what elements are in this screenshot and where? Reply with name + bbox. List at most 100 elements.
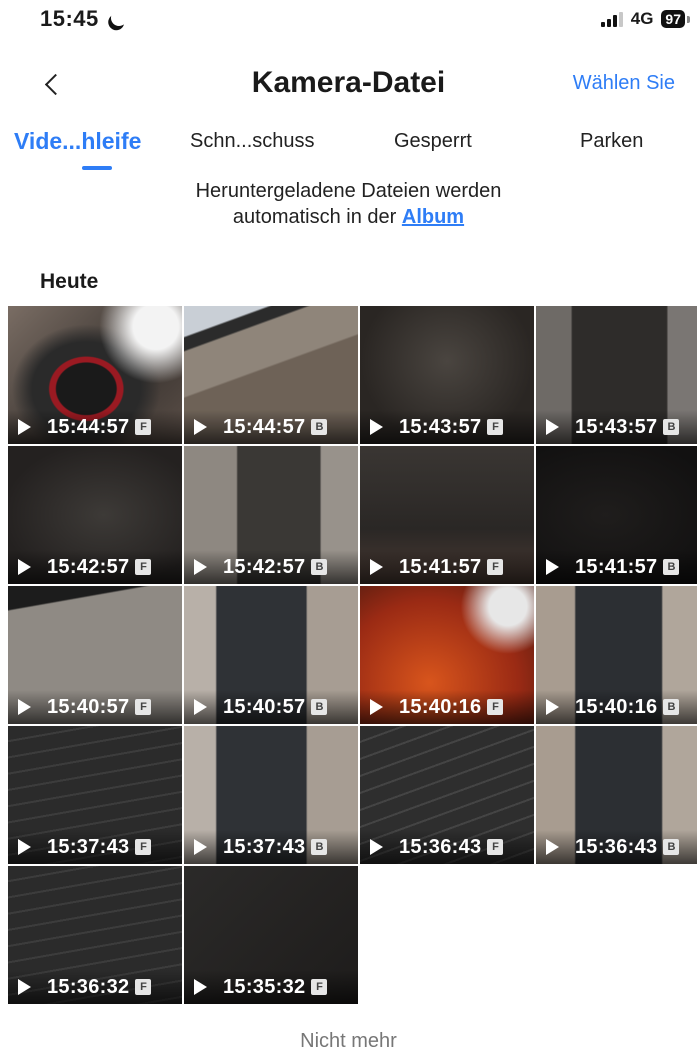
video-time: 15:42:57 [47, 555, 130, 578]
camera-badge: F [311, 979, 328, 995]
thumbnail-caption: 15:41:57 F [360, 550, 534, 584]
video-time: 15:35:32 [223, 975, 306, 998]
status-indicators: 4G 97 [600, 8, 690, 30]
play-icon [18, 979, 31, 995]
video-time: 15:36:43 [575, 835, 658, 858]
video-thumbnail[interactable]: 15:40:57 F [8, 586, 182, 724]
status-time: 15:45 [40, 6, 121, 32]
thumbnail-caption: 15:36:32 F [8, 970, 182, 1004]
video-time: 15:40:57 [223, 695, 306, 718]
video-time: 15:40:16 [399, 695, 482, 718]
video-time: 15:36:43 [399, 835, 482, 858]
notice-line-2-text: automatisch in der [232, 206, 402, 228]
play-icon [370, 699, 383, 715]
camera-badge: F [487, 839, 504, 855]
camera-badge: F [135, 419, 152, 435]
video-thumbnail[interactable]: 15:41:57 B [536, 446, 697, 584]
camera-badge: F [135, 839, 152, 855]
tab-bar: Vide...hleife Schn...schuss Gesperrt Par… [0, 128, 697, 170]
thumbnail-caption: 15:40:57 B [184, 690, 358, 724]
video-thumbnail[interactable]: 15:37:43 F [8, 726, 182, 864]
select-button[interactable]: Wählen Sie [573, 72, 675, 95]
play-icon [18, 699, 31, 715]
video-time: 15:43:57 [575, 415, 658, 438]
thumbnail-caption: 15:35:32 F [184, 970, 358, 1004]
play-icon [194, 699, 207, 715]
camera-badge: F [135, 979, 152, 995]
album-link[interactable]: Album [402, 206, 464, 228]
battery-icon: 97 [661, 10, 690, 28]
play-icon [18, 839, 31, 855]
camera-badge: B [663, 699, 680, 715]
video-time: 15:41:57 [399, 555, 482, 578]
play-icon [194, 979, 207, 995]
video-thumbnail[interactable]: 15:44:57 B [184, 306, 358, 444]
thumbnail-caption: 15:40:16 F [360, 690, 534, 724]
camera-badge: B [663, 559, 680, 575]
notice-line-2: automatisch in der Album [0, 204, 697, 230]
camera-badge: F [487, 419, 504, 435]
tab-parking[interactable]: Parken [580, 130, 643, 153]
thumbnail-caption: 15:43:57 B [536, 410, 697, 444]
play-icon [194, 559, 207, 575]
camera-badge: B [663, 839, 680, 855]
thumbnail-caption: 15:40:16 B [536, 690, 697, 724]
play-icon [370, 419, 383, 435]
status-bar: 15:45 4G 97 [0, 0, 697, 46]
tab-loop-recording[interactable]: Vide...hleife [14, 128, 141, 155]
play-icon [546, 419, 559, 435]
thumbnail-caption: 15:37:43 F [8, 830, 182, 864]
play-icon [194, 839, 207, 855]
video-thumbnail[interactable]: 15:43:57 B [536, 306, 697, 444]
video-thumbnail[interactable]: 15:35:32 F [184, 866, 358, 1004]
play-icon [370, 559, 383, 575]
play-icon [546, 559, 559, 575]
thumbnail-caption: 15:36:43 B [536, 830, 697, 864]
section-header-today: Heute [40, 270, 99, 293]
tab-snapshot[interactable]: Schn...schuss [190, 130, 315, 153]
thumbnail-caption: 15:42:57 F [8, 550, 182, 584]
video-thumbnail[interactable]: 15:36:43 F [360, 726, 534, 864]
camera-badge: F [487, 559, 504, 575]
thumbnail-caption: 15:44:57 B [184, 410, 358, 444]
network-type: 4G [630, 9, 654, 28]
video-time: 15:40:57 [47, 695, 130, 718]
camera-badge: F [135, 699, 152, 715]
video-time: 15:37:43 [47, 835, 130, 858]
play-icon [18, 419, 31, 435]
video-thumbnail[interactable]: 15:41:57 F [360, 446, 534, 584]
thumbnail-caption: 15:40:57 F [8, 690, 182, 724]
video-time: 15:40:16 [575, 695, 658, 718]
camera-badge: F [135, 559, 152, 575]
cellular-signal-icon [600, 11, 623, 27]
do-not-disturb-moon-icon [109, 8, 130, 29]
video-thumbnail[interactable]: 15:37:43 B [184, 726, 358, 864]
download-notice: Heruntergeladene Dateien werden automati… [0, 178, 697, 230]
camera-badge: B [311, 699, 328, 715]
thumbnail-caption: 15:37:43 B [184, 830, 358, 864]
camera-badge: B [311, 839, 328, 855]
video-thumbnail[interactable]: 15:36:43 B [536, 726, 697, 864]
active-tab-indicator [82, 166, 112, 170]
play-icon [546, 699, 559, 715]
video-thumbnail[interactable]: 15:42:57 B [184, 446, 358, 584]
tab-locked[interactable]: Gesperrt [394, 130, 472, 153]
clock-text: 15:45 [40, 6, 99, 31]
thumbnail-caption: 15:42:57 B [184, 550, 358, 584]
video-time: 15:42:57 [223, 555, 306, 578]
thumbnail-caption: 15:36:43 F [360, 830, 534, 864]
video-thumbnail[interactable]: 15:40:57 B [184, 586, 358, 724]
video-thumbnail[interactable]: 15:43:57 F [360, 306, 534, 444]
thumbnail-caption: 15:44:57 F [8, 410, 182, 444]
play-icon [194, 419, 207, 435]
thumbnail-caption: 15:41:57 B [536, 550, 697, 584]
video-thumbnail[interactable]: 15:36:32 F [8, 866, 182, 1004]
video-thumbnail[interactable]: 15:40:16 F [360, 586, 534, 724]
video-thumbnail[interactable]: 15:42:57 F [8, 446, 182, 584]
camera-badge: B [311, 419, 328, 435]
video-thumbnail[interactable]: 15:44:57 F [8, 306, 182, 444]
camera-badge: B [311, 559, 328, 575]
back-chevron-icon[interactable] [40, 68, 70, 102]
video-thumbnail[interactable]: 15:40:16 B [536, 586, 697, 724]
thumbnail-caption: 15:43:57 F [360, 410, 534, 444]
